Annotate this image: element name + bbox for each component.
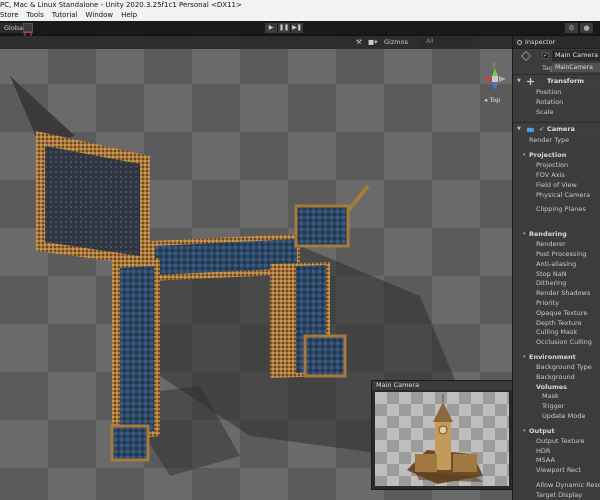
gear-icon: ⚙: [568, 24, 575, 32]
south-east-tower: [303, 334, 347, 378]
post-processing-label: Post Processing: [536, 249, 587, 258]
projection-foldout[interactable]: Projection: [513, 151, 600, 161]
menu-store[interactable]: Store: [0, 11, 19, 19]
projection-label: Projection: [536, 161, 569, 170]
foldout-arrow-icon: ▼: [517, 78, 521, 84]
camera-settings-icon[interactable]: ■▾: [368, 37, 377, 47]
menu-tools[interactable]: Tools: [27, 11, 44, 19]
opaque-texture-label: Opaque Texture: [536, 308, 588, 317]
scene-search-input[interactable]: All: [418, 37, 474, 47]
physical-camera-label: Physical Camera: [536, 190, 591, 199]
scale-label: Scale: [536, 107, 554, 116]
rotation-label: Rotation: [536, 97, 564, 106]
object-name-field[interactable]: Main Camera: [552, 50, 600, 61]
tools-icon[interactable]: ⚒: [356, 37, 362, 47]
active-checkbox[interactable]: ✓: [542, 52, 549, 59]
tag-dropdown[interactable]: MainCamera: [552, 63, 600, 72]
msaa-label: MSAA: [536, 456, 555, 465]
target-display-label: Target Display: [536, 490, 583, 499]
menu-bar: Store Tools Tutorial Window Help: [0, 10, 600, 21]
output-foldout[interactable]: Output: [513, 427, 600, 437]
background-label: Background: [536, 372, 575, 381]
step-button[interactable]: ▶❚: [291, 23, 303, 33]
scene-toolbar: ⚒ ■▾ Gizmos All: [0, 36, 512, 49]
rendering-foldout[interactable]: Rendering: [513, 230, 600, 240]
camera-icon: [527, 128, 534, 133]
renderer-label: Renderer: [536, 240, 566, 249]
tag-row: Tag MainCamera: [513, 62, 600, 74]
output-texture-label: Output Texture: [536, 436, 585, 445]
stop-nan-label: Stop NaN: [536, 269, 567, 278]
object-header: ✓ Main Camera: [513, 49, 600, 62]
snap-toggle-button[interactable]: [23, 23, 33, 39]
play-button[interactable]: ▶: [265, 23, 277, 33]
priority-label: Priority: [536, 298, 560, 307]
settings-button[interactable]: ⚙: [565, 23, 578, 33]
tower-roof: [45, 146, 140, 256]
menu-help[interactable]: Help: [121, 11, 137, 19]
allow-dynamic-resolution-label: Allow Dynamic Resolution: [536, 480, 600, 489]
transform-component-header[interactable]: ▼ Transform: [513, 74, 600, 88]
update-mode-label: Update Mode: [542, 411, 586, 420]
window-title: PC, Mac & Linux Standalone - Unity 2020.…: [0, 1, 242, 9]
dithering-label: Dithering: [536, 279, 567, 288]
environment-foldout[interactable]: Environment: [513, 353, 600, 363]
trigger-label: Trigger: [542, 402, 565, 411]
pause-button[interactable]: ❚❚: [278, 23, 290, 33]
inspector-panel: Inspector ✓ Main Camera Tag MainCamera ▼…: [512, 36, 600, 500]
menu-window[interactable]: Window: [86, 11, 114, 19]
volumes-label: Volumes: [536, 382, 568, 391]
field-of-view-label: Field of View: [536, 180, 577, 189]
search-placeholder: All: [426, 38, 434, 45]
tab-inspector[interactable]: Inspector: [513, 36, 600, 49]
occlusion-culling-label: Occlusion Culling: [536, 338, 592, 347]
view-mode-label[interactable]: ◂ Top: [484, 96, 500, 104]
gizmos-dropdown[interactable]: Gizmos: [384, 37, 408, 47]
camera-preview-title: Main Camera: [372, 381, 514, 390]
menu-tutorial[interactable]: Tutorial: [52, 11, 78, 19]
viewport-rect-label: Viewport Rect: [536, 466, 582, 475]
north-east-tower: [294, 204, 350, 248]
depth-texture-label: Depth Texture: [536, 318, 582, 327]
pinnacle: [346, 184, 370, 213]
preview-tower-render: [407, 394, 483, 484]
account-button[interactable]: ●: [580, 23, 593, 33]
main-toolbar: Global ▶ ❚❚ ▶❚ ⚙ ●: [0, 21, 600, 39]
west-wing-roof: [120, 266, 154, 434]
clipping-planes-label: Clipping Planes: [536, 205, 586, 214]
inspector-tab-icon: [517, 40, 522, 45]
camera-fields: Render Type Projection Projection FOV Ax…: [513, 136, 600, 500]
west-corner-tower: [110, 424, 150, 462]
account-icon: ●: [583, 24, 590, 32]
window-title-bar: PC, Mac & Linux Standalone - Unity 2020.…: [0, 0, 600, 10]
foldout-arrow-icon: ▼: [517, 126, 521, 133]
transform-fields: Position Rotation Scale: [513, 88, 600, 122]
fov-axis-label: FOV Axis: [536, 170, 565, 179]
render-shadows-label: Render Shadows: [536, 289, 591, 298]
camera-preview-render: [375, 392, 509, 486]
render-type-label: Render Type: [529, 136, 570, 145]
hdr-label: HDR: [536, 446, 551, 455]
culling-mask-label: Culling Mask: [536, 328, 578, 337]
camera-preview-window: Main Camera: [371, 380, 515, 490]
mask-label: Mask: [542, 392, 559, 401]
background-type-label: Background Type: [536, 362, 592, 371]
camera-component-header[interactable]: ▼ ✓ Camera: [513, 122, 600, 137]
cube-icon: [521, 51, 531, 61]
gizmo-y-label: y: [492, 61, 496, 68]
anti-aliasing-label: Anti-aliasing: [536, 259, 577, 268]
transform-icon: [527, 78, 534, 85]
position-label: Position: [536, 88, 562, 96]
camera-enabled-checkbox[interactable]: ✓: [539, 123, 544, 136]
axis-gizmo-icon: y: [484, 61, 506, 90]
playback-controls: ▶ ❚❚ ▶❚: [265, 23, 303, 33]
